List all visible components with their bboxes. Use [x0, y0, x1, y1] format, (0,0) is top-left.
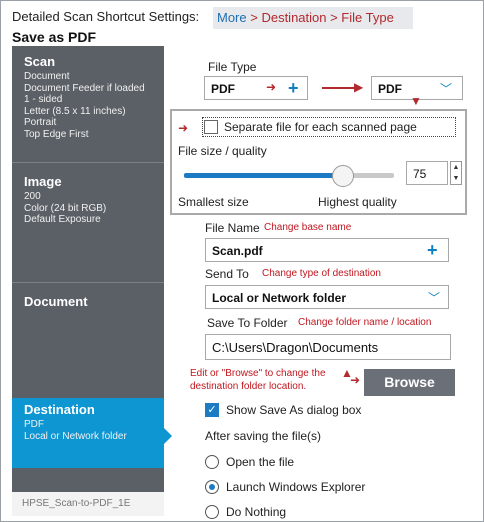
- sidebar-item-detail: Color (24 bit RGB): [24, 202, 107, 214]
- sidebar-item-label: Scan: [24, 54, 56, 69]
- save-to-folder-annotation: Change folder name / location: [298, 317, 432, 328]
- annotation-arrow-icon: ➜: [266, 80, 277, 94]
- send-to-annotation: Change type of destination: [262, 268, 381, 279]
- sidebar-item-label: Document: [24, 294, 88, 309]
- sidebar-item-detail: Top Edge First: [24, 128, 89, 140]
- file-type-value: PDF: [378, 82, 402, 96]
- radio-open-file[interactable]: [205, 455, 219, 469]
- annotation-arrow-icon: ➜: [350, 373, 361, 387]
- page-title: Save as PDF: [12, 29, 97, 45]
- quality-stepper[interactable]: ▲ ▼: [450, 161, 462, 185]
- file-name-label: File Name: [205, 221, 260, 235]
- dialog-title: Detailed Scan Shortcut Settings:: [12, 9, 200, 24]
- sidebar-item-detail: Document: [24, 71, 70, 82]
- sidebar-item-detail: PDF: [24, 419, 44, 430]
- sidebar-item-detail: 1 - sided: [24, 94, 63, 105]
- radio-label-open-file: Open the file: [226, 455, 295, 469]
- chevron-down-icon[interactable]: ﹀: [428, 289, 440, 306]
- browse-button[interactable]: Browse: [364, 369, 455, 396]
- sidebar-item-document[interactable]: Document: [12, 290, 164, 315]
- send-to-select[interactable]: Local or Network folder: [205, 285, 449, 309]
- highest-quality-label: Highest quality: [318, 195, 397, 209]
- sidebar-item-detail: Document Feeder if loaded: [24, 82, 145, 94]
- file-name-value: Scan.pdf: [212, 244, 263, 258]
- sidebar-item-detail: 200: [24, 191, 41, 202]
- save-to-folder-value: C:\Users\Dragon\Documents: [212, 340, 379, 355]
- active-indicator: [164, 428, 172, 444]
- breadcrumb-more[interactable]: More: [217, 10, 247, 25]
- sidebar-item-scan[interactable]: Scan Document Document Feeder if loaded …: [12, 50, 164, 144]
- after-saving-label: After saving the file(s): [205, 429, 322, 443]
- chevron-down-icon[interactable]: ﹀: [440, 80, 452, 97]
- document-id-footer: HPSE_Scan-to-PDF_1E: [12, 492, 164, 516]
- sidebar-item-detail: Local or Network folder: [24, 430, 127, 442]
- sidebar-item-detail: Portrait: [24, 117, 57, 128]
- save-to-folder-input[interactable]: C:\Users\Dragon\Documents: [205, 334, 451, 360]
- file-type-value: PDF: [211, 82, 235, 96]
- quality-value: 75: [413, 167, 427, 181]
- file-name-annotation: Change base name: [264, 222, 352, 233]
- sidebar-item-detail: Default Exposure: [24, 214, 101, 225]
- breadcrumb: More > Destination > File Type: [213, 7, 413, 29]
- browse-note-line1: Edit or "Browse" to change the: [190, 368, 326, 379]
- annotation-arrow-icon: ➜: [178, 121, 189, 135]
- radio-label-launch-explorer: Launch Windows Explorer: [226, 480, 366, 494]
- quality-slider-thumb[interactable]: [332, 165, 354, 187]
- sidebar-item-image[interactable]: Image 200 Color (24 bit RGB) Default Exp…: [12, 170, 164, 230]
- send-to-value: Local or Network folder: [212, 291, 347, 305]
- sidebar-item-detail: Letter (8.5 x 11 inches): [24, 105, 126, 117]
- send-to-label: Send To: [205, 267, 249, 281]
- radio-launch-explorer[interactable]: [205, 480, 219, 494]
- quality-value-input[interactable]: 75: [406, 161, 448, 185]
- plus-icon[interactable]: +: [427, 241, 438, 259]
- annotation-arrow-icon: ▼: [410, 94, 422, 108]
- show-save-as-checkbox[interactable]: ✓: [205, 403, 219, 417]
- focus-outline: [202, 117, 456, 137]
- file-name-input[interactable]: Scan.pdf: [205, 238, 449, 262]
- file-size-quality-label: File size / quality: [178, 144, 267, 158]
- quality-slider-track-filled: [184, 173, 344, 178]
- sidebar-item-label: Image: [24, 174, 62, 189]
- sidebar-item-destination[interactable]: Destination PDF Local or Network folder: [12, 398, 164, 468]
- breadcrumb-path: > Destination > File Type: [250, 10, 394, 25]
- sidebar-divider: [12, 282, 164, 283]
- plus-icon[interactable]: +: [288, 79, 299, 97]
- radio-do-nothing[interactable]: [205, 505, 219, 519]
- file-type-label: File Type: [208, 60, 257, 74]
- browse-note-line2: destination folder location.: [190, 381, 307, 392]
- sidebar-divider: [12, 162, 164, 163]
- radio-label-do-nothing: Do Nothing: [226, 505, 287, 519]
- show-save-as-label: Show Save As dialog box: [226, 403, 362, 417]
- smallest-size-label: Smallest size: [178, 195, 249, 209]
- annotation-arrow-icon: ▶: [354, 80, 364, 94]
- save-to-folder-label: Save To Folder: [207, 316, 288, 330]
- sidebar: Scan Document Document Feeder if loaded …: [12, 46, 164, 516]
- pdf-options-group: ➜ Separate file for each scanned page Fi…: [170, 109, 467, 215]
- sidebar-item-label: Destination: [24, 402, 95, 417]
